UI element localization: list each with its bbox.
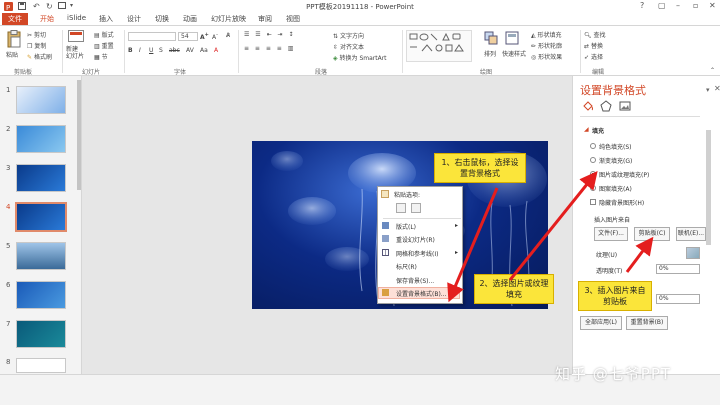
arrow-to-picture-fill: [508, 170, 598, 281]
arrow-to-menu: [447, 187, 499, 303]
annotation-arrows: [447, 170, 654, 303]
arrow-to-clipboard: [625, 236, 654, 273]
watermark-text: 知乎 @七爷PPT: [555, 365, 672, 383]
